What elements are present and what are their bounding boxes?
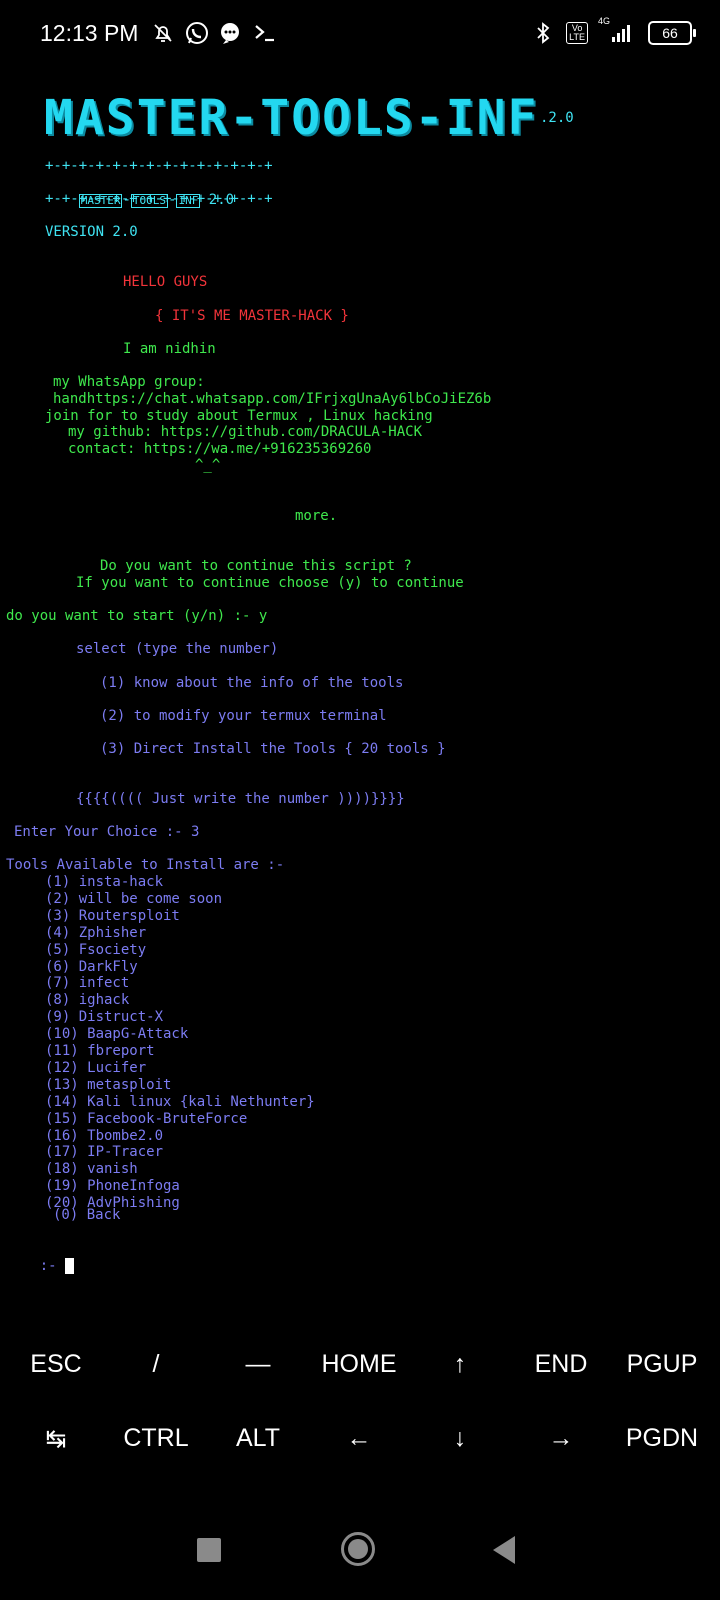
tool-item: (12) Lucifer bbox=[45, 1059, 147, 1076]
tools-header: Tools Available to Install are :- bbox=[6, 857, 285, 873]
tool-item: (14) Kali linux {kali Nethunter} bbox=[45, 1093, 315, 1110]
join-line: join for to study about Termux , Linux h… bbox=[45, 408, 433, 424]
input-prompt[interactable]: :- bbox=[6, 1241, 75, 1292]
key-pgup[interactable]: PGUP bbox=[612, 1350, 712, 1379]
its-me-line: { IT'S ME MASTER-HACK } bbox=[155, 308, 349, 324]
tool-item: (13) metasploit bbox=[45, 1076, 172, 1093]
key-up[interactable]: ↑ bbox=[410, 1350, 510, 1379]
prompt-text: :- bbox=[39, 1258, 57, 1274]
option-3: (3) Direct Install the Tools { 20 tools … bbox=[100, 741, 446, 757]
key-down[interactable]: ↓ bbox=[410, 1424, 510, 1453]
tool-item: (11) fbreport bbox=[45, 1043, 155, 1059]
home-circle-icon[interactable] bbox=[341, 1532, 375, 1566]
tool-item: (17) IP-Tracer bbox=[45, 1144, 164, 1161]
key-dash[interactable]: — bbox=[208, 1350, 308, 1379]
recents-square-icon[interactable] bbox=[197, 1538, 221, 1562]
key-alt[interactable]: ALT bbox=[208, 1424, 308, 1453]
contact-link[interactable]: contact: https://wa.me/+916235369260 bbox=[68, 441, 371, 458]
continue-hint: If you want to continue choose (y) to co… bbox=[76, 575, 464, 591]
signal-4g-icon: 4G bbox=[598, 16, 638, 46]
tool-item: (15) Facebook-BruteForce bbox=[45, 1110, 248, 1127]
battery-icon: 66 bbox=[648, 21, 696, 45]
option-2: (2) to modify your termux terminal bbox=[100, 708, 387, 724]
key-esc[interactable]: ESC bbox=[6, 1350, 106, 1379]
back-option: (0) Back bbox=[53, 1207, 121, 1223]
key-ctrl[interactable]: CTRL bbox=[106, 1424, 206, 1453]
tool-item: (7) infect bbox=[45, 975, 130, 992]
status-bar: 12:13 PM Vo LTE 4G 66 bbox=[0, 0, 720, 70]
tool-item: (2) will be come soon bbox=[45, 890, 223, 907]
border-line-top: +-+-+-+-+-+-+-+-+-+-+-+-+-+ bbox=[45, 158, 273, 174]
ascii-banner: MASTER-TOOLS-INF bbox=[44, 90, 539, 146]
text-cursor bbox=[65, 1258, 75, 1274]
key-end[interactable]: END bbox=[511, 1350, 611, 1379]
tool-item: (1) insta-hack bbox=[45, 874, 164, 890]
terminal-view[interactable]: MASTER-TOOLS-INF .2.0 +-+-+-+-+-+-+-+-+-… bbox=[0, 72, 720, 1330]
tool-item: (9) Distruct-X bbox=[45, 1009, 164, 1026]
tool-item: (5) Fsociety bbox=[45, 941, 147, 958]
whatsapp-link[interactable]: handhttps://chat.whatsapp.com/IFrjxgUnaA… bbox=[53, 391, 491, 408]
system-icons: Vo LTE 4G 66 bbox=[530, 16, 696, 46]
key-tab[interactable]: ↹ bbox=[6, 1424, 106, 1454]
status-time: 12:13 PM bbox=[40, 20, 139, 46]
tool-item: (8) ighack bbox=[45, 992, 130, 1009]
back-triangle-icon[interactable] bbox=[493, 1536, 515, 1564]
banner-version: .2.0 bbox=[540, 110, 574, 126]
tool-item: (3) Routersploit bbox=[45, 907, 180, 924]
more-line: more. bbox=[295, 508, 338, 524]
select-line: select (type the number) bbox=[76, 641, 279, 657]
key-right[interactable]: → bbox=[511, 1424, 611, 1453]
tool-item: (10) BaapG-Attack bbox=[45, 1026, 189, 1043]
whatsapp-icon bbox=[184, 20, 210, 46]
just-write-line: {{{{(((( Just write the number ))))}}}} bbox=[76, 791, 405, 807]
i-am-line: I am nidhin bbox=[123, 341, 216, 357]
key-slash[interactable]: / bbox=[106, 1350, 206, 1379]
navigation-bar bbox=[0, 1500, 720, 1600]
tool-item: (6) DarkFly bbox=[45, 958, 138, 975]
terminal-icon bbox=[252, 20, 278, 46]
chat-bubble-icon bbox=[218, 20, 244, 46]
hello-line: HELLO GUYS bbox=[123, 274, 208, 290]
github-link[interactable]: my github: https://github.com/DRACULA-HA… bbox=[68, 424, 422, 441]
key-pgdn[interactable]: PGDN bbox=[612, 1424, 712, 1453]
enter-choice-line: Enter Your Choice :- 3 bbox=[14, 824, 200, 840]
smile-line: ^_^ bbox=[195, 457, 221, 473]
continue-question: Do you want to continue this script ? bbox=[100, 558, 412, 574]
notifications-off-icon bbox=[150, 20, 176, 46]
version-line: VERSION 2.0 bbox=[45, 224, 138, 240]
key-left[interactable]: ← bbox=[309, 1424, 409, 1453]
key-home[interactable]: HOME bbox=[309, 1350, 409, 1379]
start-prompt: do you want to start (y/n) :- y bbox=[6, 608, 268, 624]
volte-icon: Vo LTE bbox=[566, 22, 588, 44]
whatsapp-group-line: my WhatsApp group: bbox=[53, 374, 205, 390]
bluetooth-icon bbox=[530, 20, 556, 46]
border-line-bottom: +-+-+-+-+-+-+-+-+-+-+-+-+-+ bbox=[45, 191, 273, 207]
extra-keys-bar: ESC / — HOME ↑ END PGUP ↹ CTRL ALT ← ↓ →… bbox=[0, 1340, 720, 1490]
notification-icons bbox=[150, 20, 278, 46]
tool-item: (18) vanish bbox=[45, 1161, 138, 1178]
tool-item: (16) Tbombe2.0 bbox=[45, 1127, 164, 1144]
tool-item: (4) Zphisher bbox=[45, 924, 147, 941]
tool-item: (19) PhoneInfoga bbox=[45, 1178, 180, 1195]
option-1: (1) know about the info of the tools bbox=[100, 675, 404, 691]
